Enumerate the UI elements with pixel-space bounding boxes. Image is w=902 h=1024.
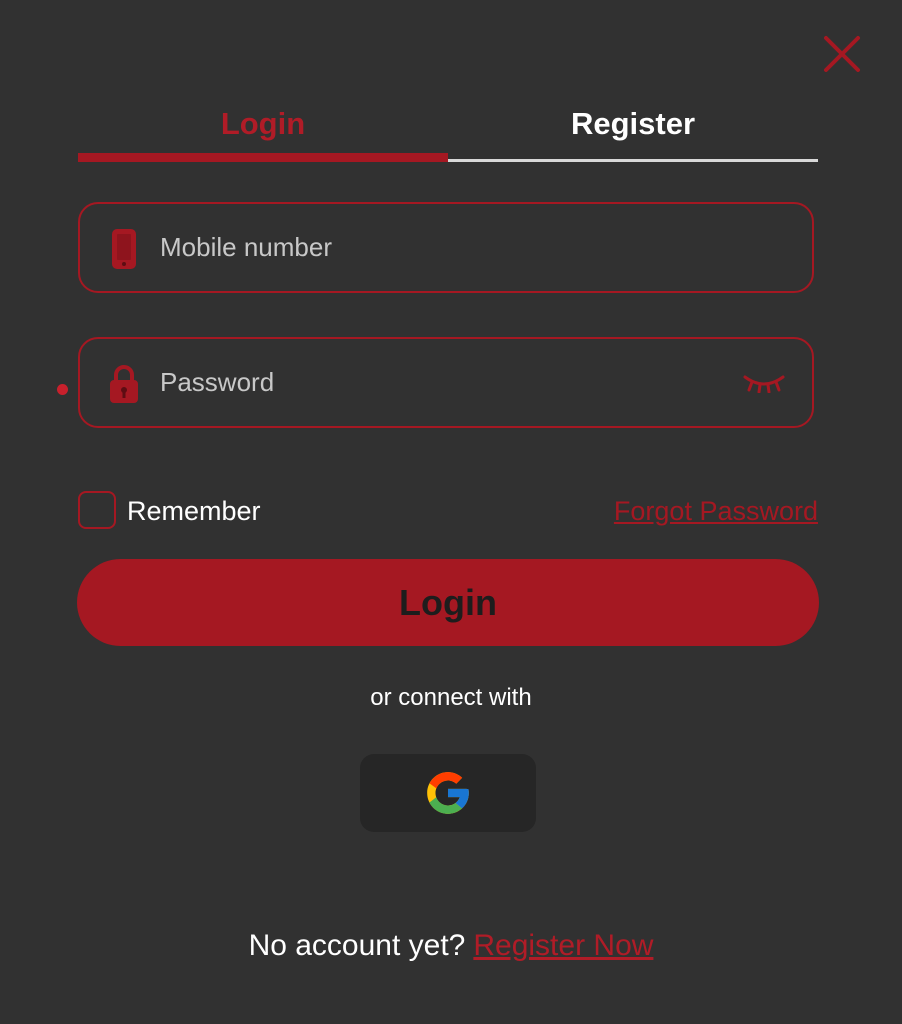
active-tab-indicator xyxy=(78,153,448,162)
tab-register[interactable]: Register xyxy=(448,96,818,152)
close-button[interactable] xyxy=(820,32,864,76)
remember-label[interactable]: Remember xyxy=(127,494,261,528)
phone-icon xyxy=(112,229,136,269)
social-divider-text: or connect with xyxy=(370,684,532,711)
register-now-link[interactable]: Register Now xyxy=(473,929,653,962)
login-modal: Login Register Mobile number Password Re… xyxy=(0,0,902,1024)
login-button[interactable]: Login xyxy=(77,559,819,646)
tab-divider xyxy=(448,159,818,162)
footer: No account yet? Register Now xyxy=(0,926,902,966)
forgot-password-link[interactable]: Forgot Password xyxy=(614,494,818,528)
tab-login[interactable]: Login xyxy=(78,96,448,152)
close-icon xyxy=(824,36,860,72)
mobile-number-placeholder: Mobile number xyxy=(160,232,332,262)
no-account-text: No account yet? xyxy=(248,929,466,962)
mobile-number-field[interactable]: Mobile number xyxy=(78,202,814,293)
remember-checkbox[interactable] xyxy=(78,491,116,529)
auth-tabs: Login Register xyxy=(78,96,818,164)
password-field[interactable]: Password xyxy=(78,337,814,428)
lock-icon xyxy=(110,365,138,403)
password-placeholder: Password xyxy=(160,367,275,397)
google-login-button[interactable] xyxy=(360,754,536,832)
google-icon xyxy=(427,772,469,814)
eye-closed-icon[interactable] xyxy=(742,371,786,393)
required-indicator xyxy=(57,384,68,395)
